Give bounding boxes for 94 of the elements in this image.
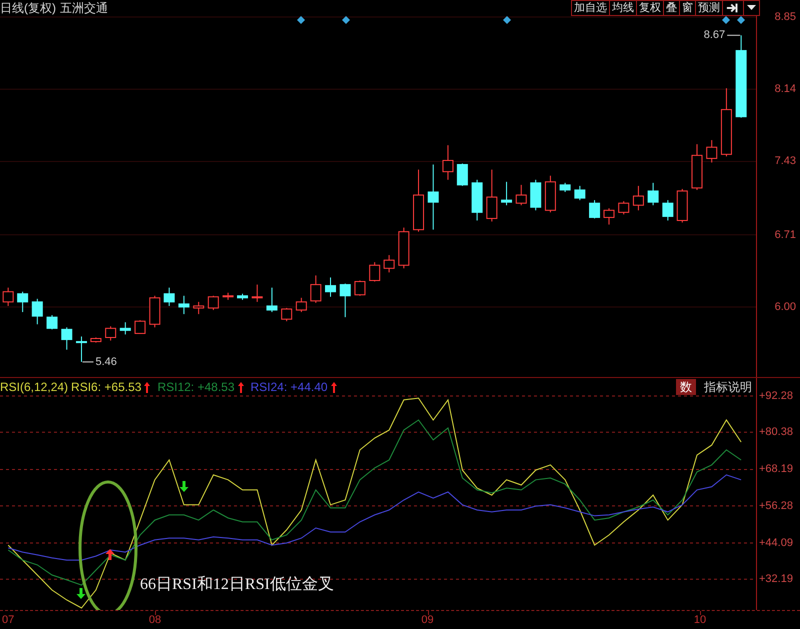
candlestick [325,276,336,298]
toolbar-button[interactable]: 叠 [663,0,680,16]
candlestick [354,280,366,296]
up-arrow-icon [238,382,244,392]
diamond-icon [342,16,350,24]
candlestick [662,200,674,221]
candlestick [589,200,600,219]
candlestick [17,291,28,313]
candlestick [706,140,718,163]
axis-label: 08 [148,614,162,626]
candlestick [369,262,380,282]
axis-label: +92.28 [759,390,793,402]
indicator-reading: RSI6: +65.53 [71,380,142,394]
candlestick [208,295,219,311]
candlestick [442,144,454,180]
candlestick [384,254,395,273]
axis-label: 10 [694,614,706,626]
candlestick [472,179,483,221]
candlestick [340,283,351,318]
toolbar-button[interactable]: 加自选 [571,0,610,16]
diamond-icon [297,16,305,24]
dropdown-button[interactable] [743,0,760,16]
axis-label: +68.19 [759,463,793,476]
axis-label: 7.43 [774,155,796,168]
up-arrow-icon [106,549,114,560]
indicator-reading: RSI12: +48.53 [157,380,234,394]
candlestick [574,185,586,201]
axis-label: 09 [421,614,434,626]
axis-label: 8.85 [774,10,796,23]
stock-name: 五洲交通 [60,1,108,15]
price-label: 8.67 [704,28,726,44]
candlestick [90,337,102,344]
down-arrow-icon [76,588,86,599]
candlestick [632,185,644,211]
chart-period: 日线(复权) [0,1,56,15]
candlestick [413,169,424,232]
candlestick [720,88,732,157]
axis-label: 8.14 [774,83,796,96]
axis-label: 07 [1,614,14,626]
candlestick [252,284,263,302]
axis-label: 6.00 [774,300,796,313]
candlestick [310,274,322,304]
up-arrow-icon [330,382,337,392]
candlestick [266,287,278,313]
candlestick [516,184,527,206]
down-arrow-icon [180,481,188,492]
candlestick [178,295,190,315]
toolbar-button[interactable]: 窗 [679,0,696,16]
indicator-name: RSI(6,12,24) [0,380,68,394]
toolbar-button[interactable]: 预测 [695,0,723,16]
price-label: 5.46 [95,354,117,370]
candlestick [76,336,87,362]
candlestick [618,200,630,215]
indicator-reading: RSI24: +44.40 [250,380,328,394]
candlestick [296,297,307,313]
candlestick [149,295,160,328]
candlestick [456,163,468,186]
candlestick [32,298,43,325]
diamond-icon [503,16,511,24]
candlestick [648,182,659,206]
candlestick [530,179,542,211]
candlestick [692,144,702,190]
candlestick [486,169,498,222]
candlestick [281,308,292,322]
axis-label: +32.19 [759,573,793,586]
axis-label: 6.71 [774,228,796,241]
candlestick [676,188,688,224]
leader-line [82,361,94,362]
axis-label: +80.38 [759,426,793,438]
arrow-to-bar-icon [726,3,740,13]
candlestick [398,227,410,269]
annotation-text: 66日RSI和12日RSI低位金叉 [140,574,334,595]
candlestick [120,322,131,335]
candlestick [193,301,204,315]
caret-icon [747,5,756,11]
indicator-tab[interactable]: 数 [676,379,696,395]
candlestick [544,175,556,213]
toolbar-button[interactable]: 复权 [636,0,664,16]
candlestick [46,314,58,330]
up-arrow-icon [144,382,150,392]
axis-label: +56.28 [759,500,793,512]
candlestick [164,287,175,306]
leader-line [726,34,741,36]
toolbar-button[interactable]: 均线 [609,0,637,16]
candlestick [2,287,14,306]
candlestick [428,164,439,230]
candlestick [604,208,614,226]
candlestick [560,182,571,192]
candlestick [134,320,146,334]
expand-button[interactable] [722,0,744,16]
axis-label: +44.09 [759,537,793,549]
candlestick [61,326,72,350]
candlestick [501,181,512,206]
candlestick [105,326,116,342]
